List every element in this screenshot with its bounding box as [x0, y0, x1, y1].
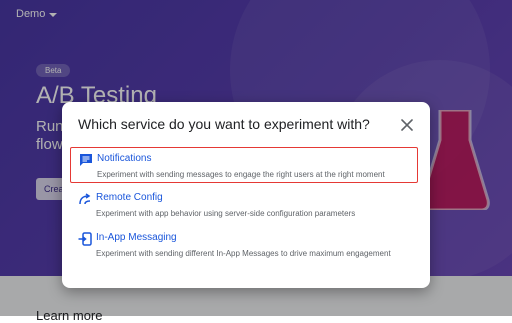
- option-title: In-App Messaging: [96, 232, 177, 243]
- close-icon: [401, 119, 413, 131]
- option-notifications[interactable]: Notifications Experiment with sending me…: [70, 147, 418, 183]
- option-title: Remote Config: [96, 192, 163, 203]
- service-select-dialog: Which service do you want to experiment …: [62, 102, 430, 288]
- option-description: Experiment with sending different In-App…: [96, 249, 391, 258]
- option-description: Experiment with sending messages to enga…: [97, 170, 385, 179]
- in-app-messaging-icon: [78, 232, 92, 246]
- dialog-title: Which service do you want to experiment …: [78, 116, 370, 132]
- option-remote-config[interactable]: Remote Config Experiment with app behavi…: [70, 187, 418, 223]
- remote-config-icon: [79, 193, 91, 205]
- option-title: Notifications: [97, 153, 152, 164]
- option-in-app-messaging[interactable]: In-App Messaging Experiment with sending…: [70, 227, 418, 263]
- option-description: Experiment with app behavior using serve…: [96, 209, 356, 218]
- notification-message-icon: [80, 154, 92, 166]
- close-button[interactable]: [397, 115, 417, 135]
